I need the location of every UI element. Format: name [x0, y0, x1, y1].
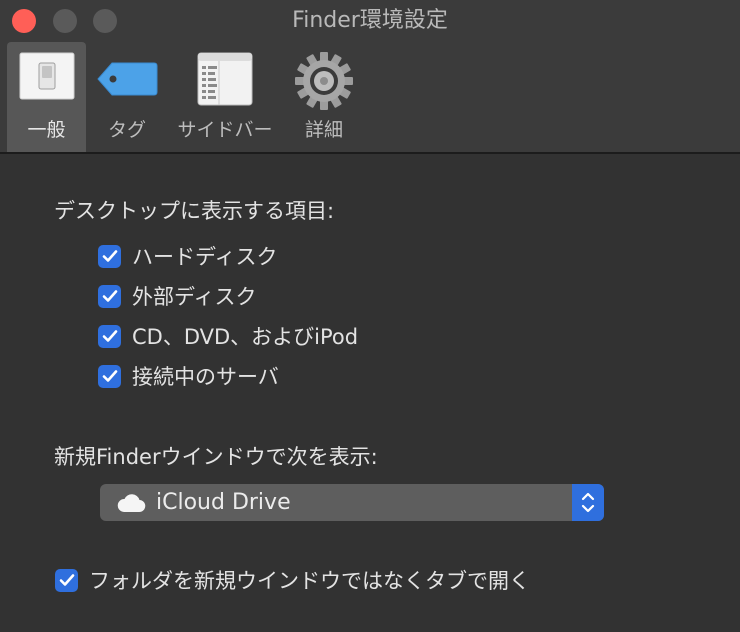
checkmark-icon [59, 574, 74, 586]
window-title: Finder環境設定 [292, 8, 448, 33]
tag-icon [95, 60, 159, 102]
connected-servers-checkbox[interactable] [98, 364, 121, 388]
checkmark-icon [102, 330, 117, 342]
sidebar-icon [197, 52, 253, 110]
chevron-up-down-icon [581, 492, 595, 513]
tab-sidebar[interactable]: サイドバー [170, 42, 280, 152]
connected-servers-option[interactable]: 接続中のサーバ [98, 362, 279, 390]
tab-general[interactable]: 一般 [7, 42, 86, 152]
tab-tags[interactable]: タグ [92, 42, 162, 152]
tab-sidebar-label: サイドバー [177, 119, 273, 141]
open-folders-in-tabs-option[interactable]: フォルダを新規ウインドウではなくタブで開く [55, 566, 530, 594]
finder-preferences-window: Finder環境設定 一般 タグ サイドバー 詳細 デスクトップに表示する項目:… [0, 0, 740, 632]
external-disks-option[interactable]: 外部ディスク [98, 282, 257, 310]
open-folders-in-tabs-label: フォルダを新規ウインドウではなくタブで開く [89, 569, 530, 593]
connected-servers-label: 接続中のサーバ [132, 365, 279, 389]
hard-disks-label: ハードディスク [132, 245, 278, 269]
desktop-items-heading: デスクトップに表示する項目: [54, 199, 335, 223]
new-window-target-value: iCloud Drive [156, 490, 291, 515]
cds-dvds-ipods-checkbox[interactable] [98, 324, 121, 348]
tab-advanced-label: 詳細 [304, 119, 343, 141]
hard-disks-checkbox[interactable] [98, 244, 121, 268]
gear-icon [293, 50, 355, 116]
external-disks-label: 外部ディスク [132, 285, 257, 309]
cds-dvds-ipods-option[interactable]: CD、DVD、およびiPod [98, 322, 358, 350]
new-window-target-popup[interactable]: iCloud Drive [100, 484, 604, 521]
open-folders-in-tabs-checkbox[interactable] [55, 568, 78, 592]
tab-tags-label: タグ [107, 119, 146, 141]
new-window-heading: 新規Finderウインドウで次を表示: [54, 445, 378, 469]
tab-general-label: 一般 [27, 119, 66, 141]
checkmark-icon [102, 290, 117, 302]
external-disks-checkbox[interactable] [98, 284, 121, 308]
toolbar: Finder環境設定 一般 タグ サイドバー 詳細 [0, 0, 740, 154]
switch-icon [19, 52, 75, 104]
cloud-icon [116, 493, 146, 517]
hard-disks-option[interactable]: ハードディスク [98, 242, 278, 270]
cds-dvds-ipods-label: CD、DVD、およびiPod [132, 325, 359, 349]
checkmark-icon [102, 250, 117, 262]
popup-stepper[interactable] [572, 484, 604, 521]
tab-advanced[interactable]: 詳細 [288, 42, 360, 152]
checkmark-icon [102, 370, 117, 382]
